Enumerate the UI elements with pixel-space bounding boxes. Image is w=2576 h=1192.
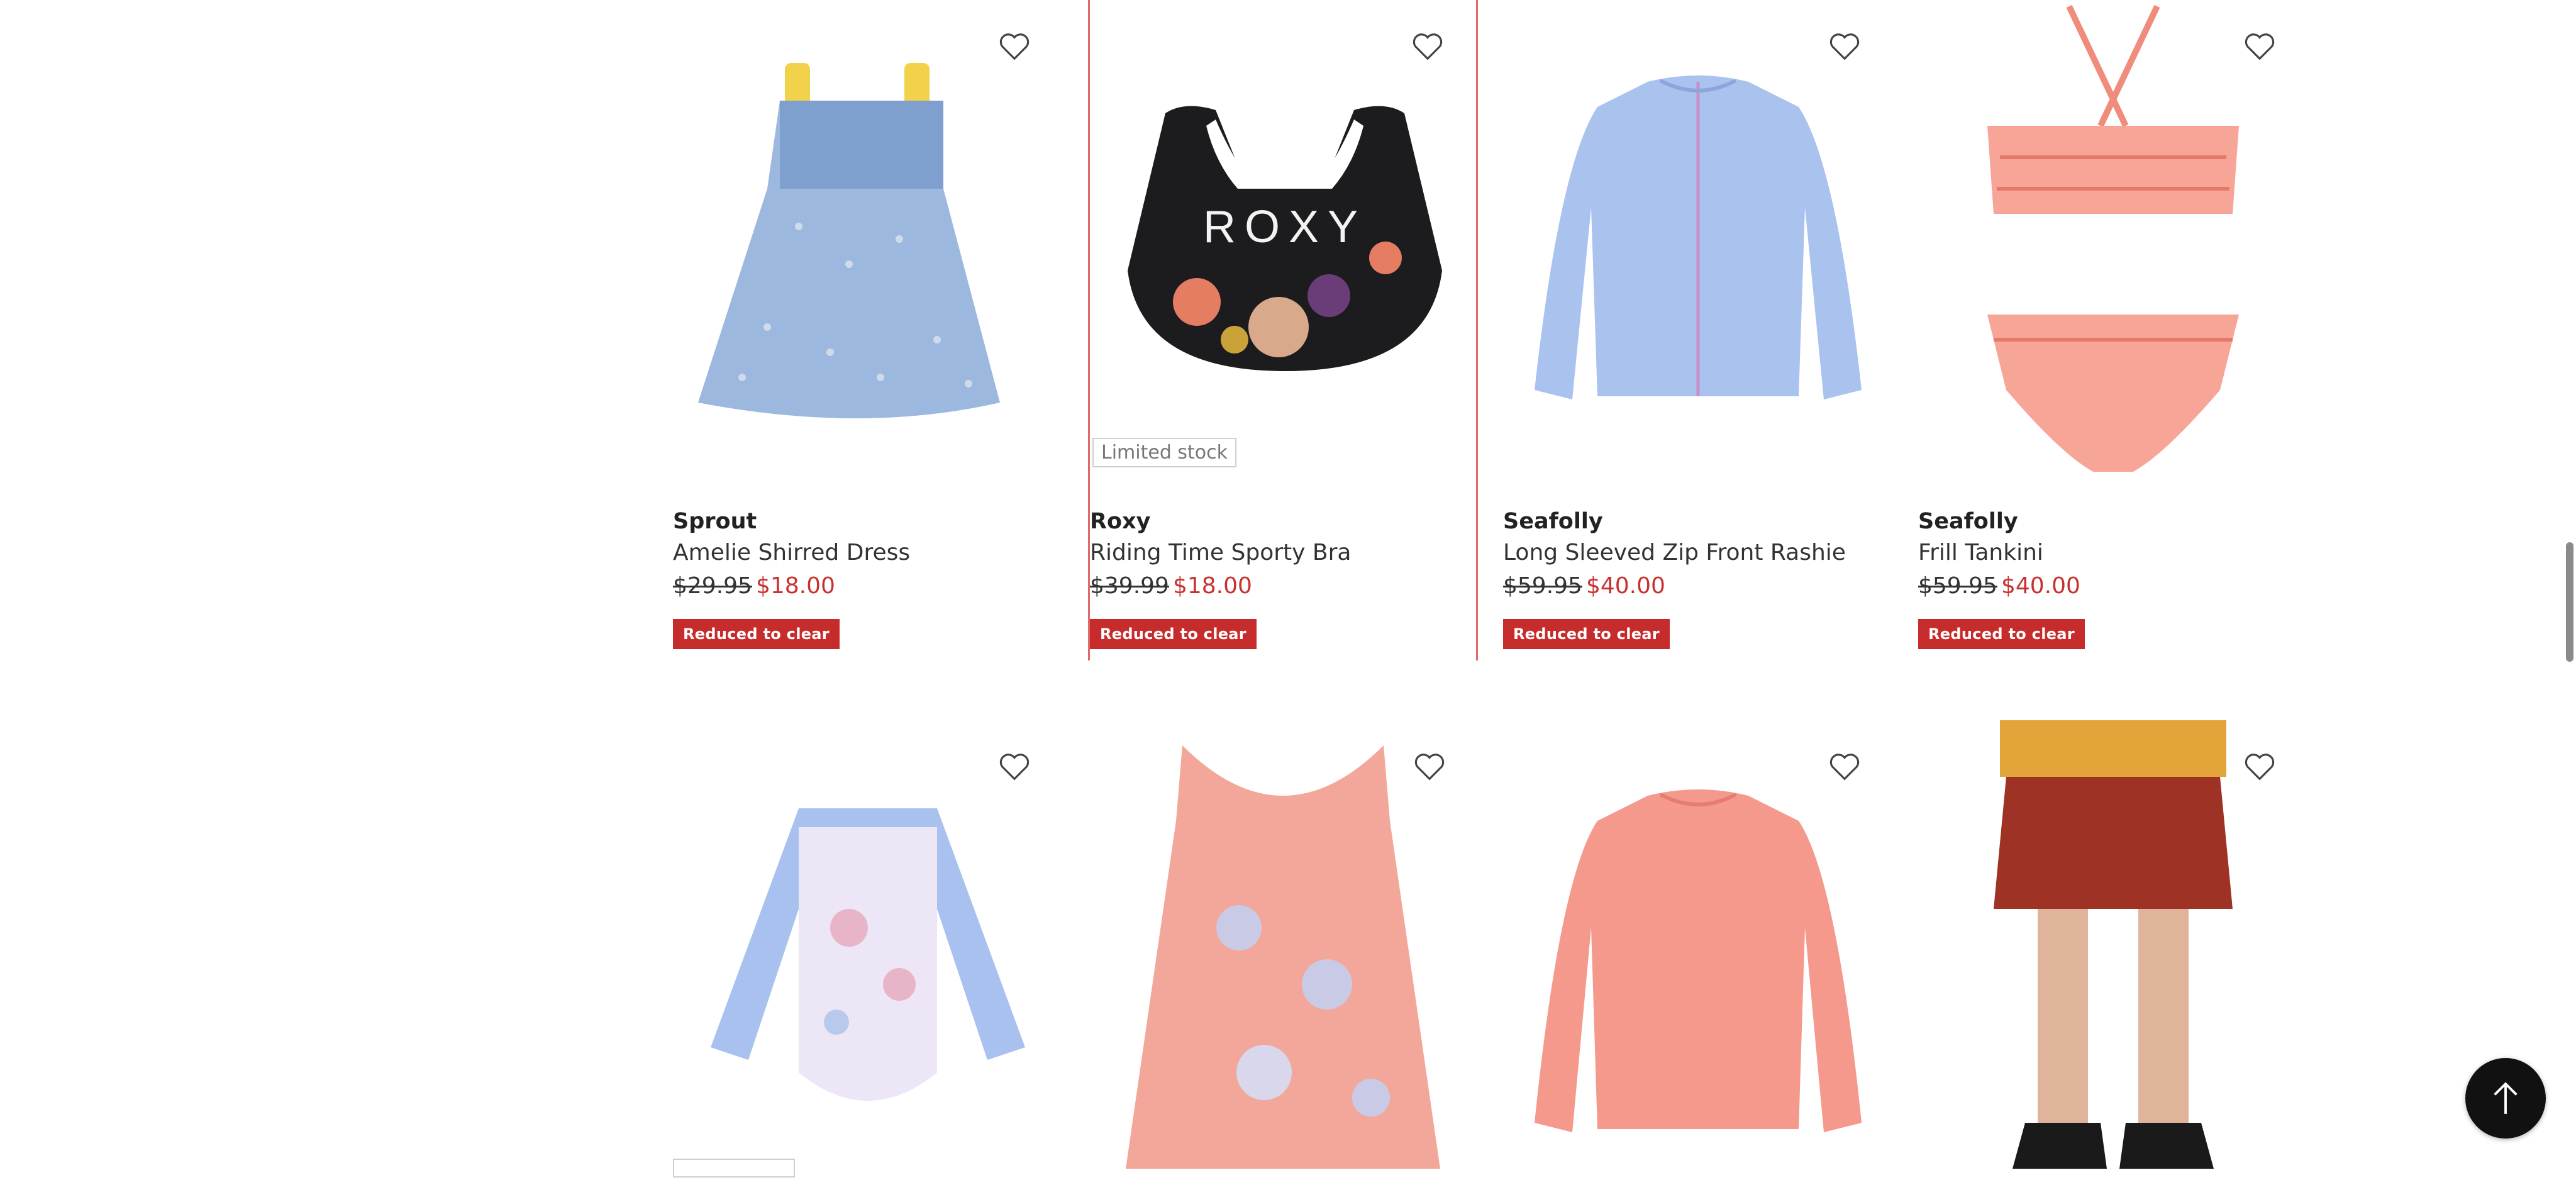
product-card[interactable]: Sprout Amelie Shirred Dress $29.95 $18.00… (673, 0, 1063, 660)
sale-price: $40.00 (2001, 573, 2080, 599)
rashie-illustration (1535, 75, 1862, 399)
sale-price: $18.00 (755, 573, 835, 599)
wishlist-heart-icon[interactable] (2238, 744, 2282, 788)
scrollbar-thumb[interactable] (2566, 542, 2573, 662)
product-image-coral-rashie[interactable] (1503, 720, 1893, 1192)
product-name[interactable]: Amelie Shirred Dress (673, 538, 1063, 567)
coral-rashie-illustration (1535, 789, 1862, 1132)
wishlist-heart-icon[interactable] (1407, 744, 1452, 788)
product-brand: Sprout (673, 509, 757, 534)
limited-stock-tag: Limited stock (1092, 438, 1237, 467)
product-price: $59.95 $40.00 (1503, 572, 1893, 600)
product-brand: Seafolly (1503, 509, 1603, 534)
original-price: $59.95 (1918, 573, 1997, 599)
limited-stock-tag (673, 1159, 795, 1178)
wishlist-heart-icon[interactable] (992, 744, 1036, 788)
wishlist-heart-icon[interactable] (1823, 744, 1867, 788)
product-image-skirt[interactable] (1918, 720, 2308, 1192)
product-brand: Seafolly (1918, 509, 2018, 534)
product-name[interactable]: Frill Tankini (1918, 538, 2308, 567)
original-price: $39.99 (1090, 573, 1169, 599)
product-info: Sprout Amelie Shirred Dress $29.95 $18.00… (673, 508, 1063, 649)
product-card[interactable]: Seafolly Frill Tankini $59.95 $40.00 Redu… (1918, 0, 2308, 660)
dress-illustration (698, 63, 1000, 418)
roxy-logo: ROXY (1203, 202, 1367, 252)
reduced-badge: Reduced to clear (1503, 619, 1670, 649)
product-card[interactable] (673, 720, 1063, 1169)
sale-price: $40.00 (1585, 573, 1665, 599)
floral-dress-illustration (1126, 745, 1440, 1169)
product-image-swimsuit[interactable] (673, 720, 1063, 1192)
product-info: Seafolly Frill Tankini $59.95 $40.00 Redu… (1918, 508, 2308, 649)
wishlist-heart-icon[interactable] (2238, 24, 2282, 68)
bra-illustration: ROXY (1128, 106, 1442, 372)
arrow-up-icon (2494, 1082, 2518, 1114)
product-info: Seafolly Long Sleeved Zip Front Rashie $… (1503, 508, 1893, 649)
original-price: $59.95 (1503, 573, 1582, 599)
product-name[interactable]: Riding Time Sporty Bra (1090, 538, 1476, 567)
product-card[interactable]: Seafolly Long Sleeved Zip Front Rashie $… (1503, 0, 1893, 660)
product-image-rashie[interactable] (1503, 0, 1893, 472)
product-image-floral-dress[interactable] (1088, 720, 1478, 1192)
product-price: $39.99 $18.00 (1090, 572, 1476, 600)
product-info: Roxy Riding Time Sporty Bra $39.99 $18.00… (1090, 508, 1476, 649)
wishlist-heart-icon[interactable] (992, 24, 1036, 68)
product-brand: Roxy (1090, 509, 1151, 534)
product-price: $29.95 $18.00 (673, 572, 1063, 600)
product-image-dress[interactable] (673, 0, 1063, 472)
product-name[interactable]: Long Sleeved Zip Front Rashie (1503, 538, 1893, 567)
back-to-top-button[interactable] (2465, 1058, 2546, 1139)
skirt-illustration (1994, 720, 2233, 1169)
reduced-badge: Reduced to clear (673, 619, 840, 649)
product-card[interactable] (1503, 720, 1893, 1169)
wishlist-heart-icon[interactable] (1823, 24, 1867, 68)
product-card[interactable] (1088, 720, 1478, 1169)
tankini-illustration (1987, 4, 2239, 472)
product-card[interactable] (1918, 720, 2308, 1169)
swimsuit-illustration (711, 808, 1025, 1101)
reduced-badge: Reduced to clear (1090, 619, 1257, 649)
sale-price: $18.00 (1172, 573, 1252, 599)
reduced-badge: Reduced to clear (1918, 619, 2085, 649)
product-image-tankini[interactable] (1918, 0, 2308, 472)
wishlist-heart-icon[interactable] (1406, 24, 1450, 68)
product-price: $59.95 $40.00 (1918, 572, 2308, 600)
original-price: $29.95 (673, 573, 752, 599)
product-image-sporty-bra[interactable]: ROXY (1090, 0, 1476, 472)
product-card[interactable]: ROXY Limited stock Roxy Riding Time Spor… (1088, 0, 1478, 660)
